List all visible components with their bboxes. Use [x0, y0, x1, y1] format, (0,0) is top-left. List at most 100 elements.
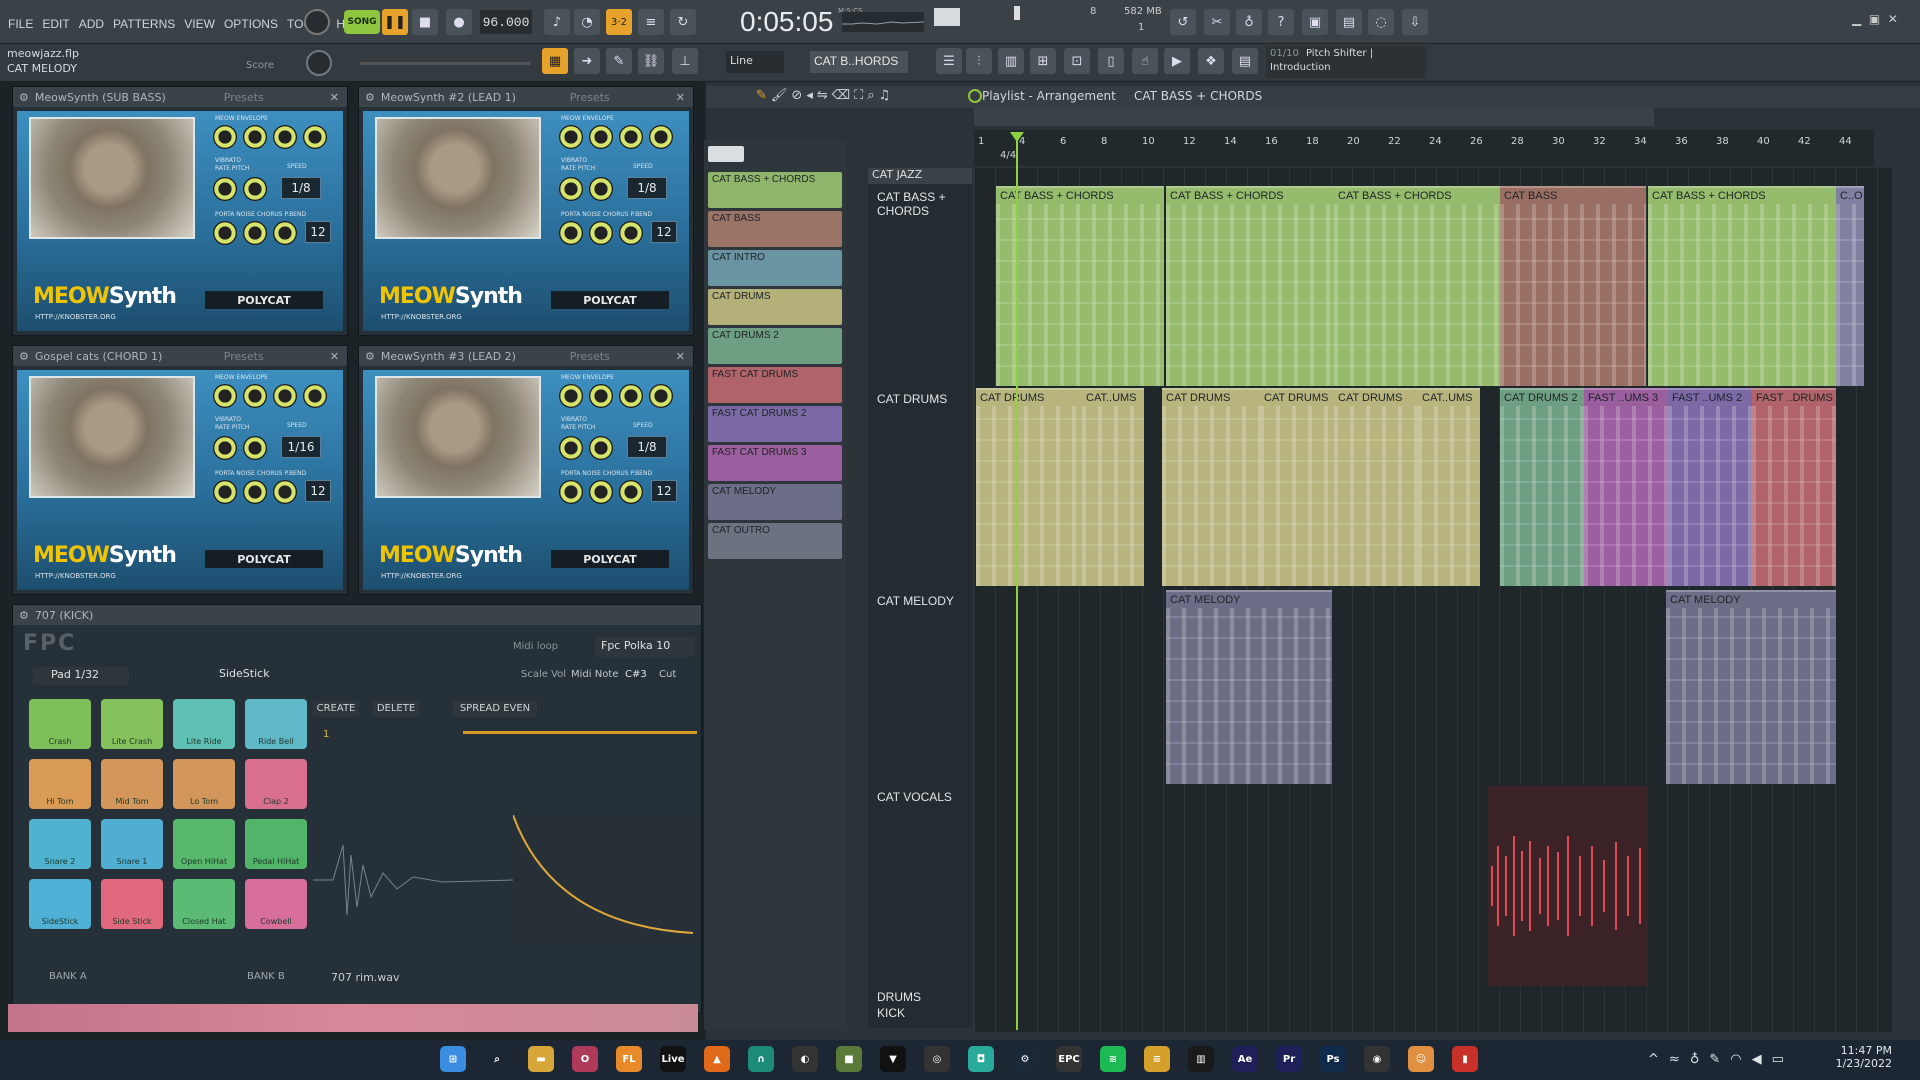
gear-icon[interactable]: ⚙ [19, 609, 29, 622]
fpc-pad[interactable]: Snare 2 [29, 819, 91, 869]
speed-display[interactable]: 1/8 [627, 177, 667, 199]
fpc-pad[interactable]: Crash [29, 699, 91, 749]
speed-display[interactable]: 1/8 [281, 177, 321, 199]
blend-notes-button[interactable]: ≡ [638, 9, 664, 35]
fpc-pad[interactable]: Clap 2 [245, 759, 307, 809]
close-icon[interactable]: ✕ [676, 350, 685, 363]
wait-input-button[interactable]: ◔ [574, 9, 600, 35]
gear-icon[interactable]: ⚙ [365, 350, 375, 363]
gear-icon[interactable]: ⚙ [19, 350, 29, 363]
app-button-9[interactable]: ◐ [792, 1046, 818, 1072]
app-button-13[interactable]: ◘ [968, 1046, 994, 1072]
picker-view-toggle[interactable] [708, 146, 744, 162]
fpc-pad[interactable]: Side Stick [101, 879, 163, 929]
pitch-bend-display[interactable]: 12 [651, 221, 677, 243]
video-player-button[interactable]: ▶ [1164, 48, 1190, 74]
playlist-breadcrumb[interactable]: CAT BASS + CHORDS [1134, 89, 1262, 103]
timeline-ruler[interactable]: 1 4 6 8 10 12 14 16 18 20 22 24 26 28 30 32 34 36 38 40 42 44 [974, 130, 1874, 166]
loop-record-button[interactable]: ↻ [670, 9, 696, 35]
playhead-marker[interactable] [1010, 132, 1024, 142]
undo-history-button[interactable]: ↺ [1170, 9, 1196, 35]
decay-knob[interactable] [589, 384, 613, 408]
pitch-bend-display[interactable]: 12 [305, 480, 331, 502]
layer-velocity-bar[interactable] [463, 731, 697, 734]
ableton-button[interactable]: Live [660, 1046, 686, 1072]
sustain-knob[interactable] [619, 125, 643, 149]
vibrato-rate-knob[interactable] [559, 436, 583, 460]
release-knob[interactable] [303, 125, 327, 149]
chorus-knob[interactable] [273, 221, 297, 245]
pattern-item[interactable]: FAST CAT DRUMS [708, 367, 842, 403]
presets-button[interactable]: Presets [224, 350, 264, 363]
countdown-button[interactable]: 3·2 [606, 9, 632, 35]
noise-knob[interactable] [243, 480, 267, 504]
bank-b-button[interactable]: BANK B [247, 971, 285, 982]
slice-tool-icon[interactable]: ⌫ [832, 88, 850, 103]
pattern-item[interactable]: FAST CAT DRUMS 3 [708, 445, 842, 481]
plugin-titlebar[interactable]: ⚙ MeowSynth (SUB BASS) Presets ✕ [13, 87, 347, 107]
release-knob[interactable] [303, 384, 327, 408]
after-effects-button[interactable]: Ae [1232, 1046, 1258, 1072]
release-knob[interactable] [649, 384, 673, 408]
bank-a-button[interactable]: BANK A [49, 971, 87, 982]
track-header[interactable]: CAT BASS + CHORDS [873, 186, 971, 218]
mute-tool-icon[interactable]: ◂ [806, 88, 813, 103]
pattern-item[interactable]: FAST CAT DRUMS 2 [708, 406, 842, 442]
speed-display[interactable]: 1/16 [281, 436, 321, 458]
battery-icon[interactable]: ▭ [1772, 1052, 1784, 1067]
audio-input-button[interactable]: ♁ [1236, 9, 1262, 35]
track-header[interactable]: CAT DRUMS [873, 388, 971, 406]
pattern-item[interactable]: CAT INTRO [708, 250, 842, 286]
playlist-clip[interactable]: C..O [1836, 186, 1864, 386]
app-button-7[interactable]: ▲ [704, 1046, 730, 1072]
stamp-button[interactable]: ⊥ [672, 48, 698, 74]
app-button-11[interactable]: ▼ [880, 1046, 906, 1072]
polycat-button[interactable]: POLYCAT [205, 291, 323, 309]
draw-tool-button[interactable]: ✎ [606, 48, 632, 74]
fpc-pad[interactable]: SideStick [29, 879, 91, 929]
midi-note-value[interactable]: C#3 [625, 669, 647, 680]
chevron-up-icon[interactable]: ^ [1648, 1052, 1659, 1067]
sustain-knob[interactable] [273, 125, 297, 149]
playlist-clip[interactable]: CAT BASS + CHORDS [1648, 186, 1836, 386]
attack-knob[interactable] [213, 384, 237, 408]
tutorial-button[interactable]: ❖ [1198, 48, 1224, 74]
plugin-titlebar[interactable]: ⚙ Gospel cats (CHORD 1) Presets ✕ [13, 346, 347, 366]
fpc-pad[interactable]: Hi Tom [29, 759, 91, 809]
noise-knob[interactable] [243, 221, 267, 245]
vibrato-pitch-knob[interactable] [589, 436, 613, 460]
maximize-icon[interactable]: ▣ [1869, 12, 1880, 26]
song-mode-toggle[interactable]: SONG [344, 10, 380, 34]
fpc-pad[interactable]: Lo Tom [173, 759, 235, 809]
track-header[interactable]: KICK [873, 1002, 971, 1020]
pitch-bend-display[interactable]: 12 [651, 480, 677, 502]
plugin-picker-button[interactable]: ⊡ [1064, 48, 1090, 74]
spread-even-button[interactable]: SPREAD EVEN [453, 701, 537, 717]
pattern-selector[interactable]: CAT B..HORDS [810, 51, 908, 73]
menu-options[interactable]: OPTIONS [224, 17, 278, 31]
playlist-clip[interactable]: CAT DRUMS [1260, 388, 1344, 586]
minimize-icon[interactable]: ▁ [1852, 12, 1861, 26]
blender-button[interactable]: ◉ [1364, 1046, 1390, 1072]
track-header[interactable]: CAT MELODY [873, 590, 971, 608]
create-layer-button[interactable]: CREATE [313, 701, 359, 717]
app-button-18[interactable]: ▥ [1188, 1046, 1214, 1072]
horizontal-scrollbar[interactable] [974, 108, 1654, 126]
start-button[interactable]: ⊞ [440, 1046, 466, 1072]
search-button[interactable]: ⌕ [484, 1046, 510, 1072]
paint-tool-icon[interactable]: 🖌 [771, 88, 788, 103]
polycat-button[interactable]: POLYCAT [551, 550, 669, 568]
menu-patterns[interactable]: PATTERNS [113, 17, 175, 31]
plugin-titlebar[interactable]: ⚙ MeowSynth #2 (LEAD 1) Presets ✕ [359, 87, 693, 107]
slip-tool-icon[interactable]: ⇋ [817, 88, 828, 103]
porta-knob[interactable] [213, 480, 237, 504]
fpc-pad[interactable]: Mid Tom [101, 759, 163, 809]
pattern-item[interactable]: CAT DRUMS [708, 289, 842, 325]
polycat-button[interactable]: POLYCAT [205, 550, 323, 568]
playlist-clip[interactable]: FAST ..UMS 2 [1668, 388, 1752, 586]
fpc-pad[interactable]: Pedal HiHat [245, 819, 307, 869]
envelope-graph[interactable] [512, 814, 694, 945]
release-knob[interactable] [649, 125, 673, 149]
network-icon[interactable]: ≈ [1669, 1052, 1680, 1067]
pad-selector[interactable]: Pad 1/32 [33, 667, 129, 685]
